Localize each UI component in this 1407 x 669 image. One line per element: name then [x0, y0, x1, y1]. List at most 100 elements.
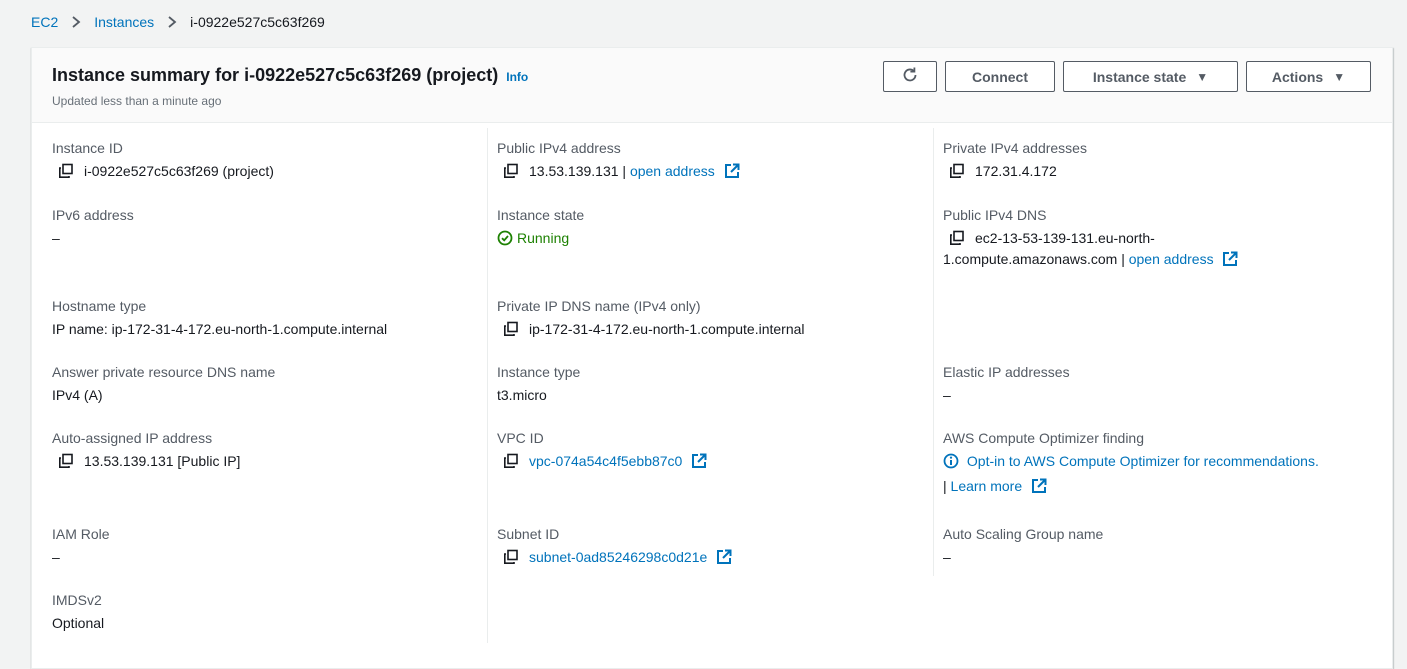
copy-icon[interactable]: [503, 163, 519, 179]
field-imdsv2: IMDSv2 Optional: [52, 590, 104, 633]
field-value-continued: | Learn more: [943, 476, 1319, 496]
field-optimizer: AWS Compute Optimizer finding Opt-in to …: [943, 428, 1319, 496]
field-value: vpc-074a54c4f5ebb87c0: [497, 451, 707, 471]
field-value: 172.31.4.172: [943, 161, 1087, 181]
field-vpc-id: VPC ID vpc-074a54c4f5ebb87c0: [497, 428, 707, 471]
field-elastic-ip: Elastic IP addresses –: [943, 362, 1070, 405]
learn-more-text: Learn more: [950, 478, 1023, 494]
private-dns-value: ip-172-31-4-172.eu-north-1.compute.inter…: [529, 321, 805, 337]
copy-icon[interactable]: [949, 163, 965, 179]
instance-state-value: Running: [517, 230, 570, 246]
instance-summary-panel: Instance summary for i-0922e527c5c63f269…: [31, 47, 1393, 669]
field-label: Public IPv4 address: [497, 140, 621, 156]
vpc-id-value: vpc-074a54c4f5ebb87c0: [529, 453, 683, 469]
header-actions: Connect Instance state ▼ Actions ▼: [883, 61, 1371, 92]
public-dns-value-cont: 1.compute.amazonaws.com |: [943, 251, 1125, 267]
chevron-right-icon: [69, 15, 83, 29]
status-running: Running: [497, 228, 569, 248]
info-circle-icon: [943, 453, 959, 469]
field-label: Private IPv4 addresses: [943, 140, 1087, 156]
field-value: 13.53.139.131 [Public IP]: [52, 451, 240, 471]
instance-state-button[interactable]: Instance state ▼: [1063, 61, 1238, 92]
field-value: Running: [497, 228, 584, 248]
imdsv2-value: Optional: [52, 615, 105, 631]
breadcrumb-ec2[interactable]: EC2: [31, 14, 58, 30]
open-address-link[interactable]: open address: [1129, 249, 1239, 269]
vpc-id-link[interactable]: vpc-074a54c4f5ebb87c0: [529, 451, 707, 471]
copy-icon[interactable]: [58, 453, 74, 469]
field-answer-dns: Answer private resource DNS name IPv4 (A…: [52, 362, 275, 405]
field-instance-id: Instance ID i-0922e527c5c63f269 (project…: [52, 138, 274, 181]
actions-button[interactable]: Actions ▼: [1246, 61, 1371, 92]
copy-icon[interactable]: [503, 321, 519, 337]
field-public-ipv4: Public IPv4 address 13.53.139.131 | open…: [497, 138, 740, 181]
field-label: Public IPv4 DNS: [943, 207, 1047, 223]
public-dns-value: ec2-13-53-139-131.eu-north-: [975, 230, 1155, 246]
field-hostname-type: Hostname type IP name: ip-172-31-4-172.e…: [52, 296, 387, 339]
chevron-right-icon: [165, 15, 179, 29]
field-value: ip-172-31-4-172.eu-north-1.compute.inter…: [497, 319, 805, 339]
field-label: Subnet ID: [497, 526, 560, 542]
asg-name-value: –: [943, 549, 951, 565]
field-private-ipv4: Private IPv4 addresses 172.31.4.172: [943, 138, 1087, 181]
hostname-type-value: IP name: ip-172-31-4-172.eu-north-1.comp…: [52, 321, 388, 337]
instance-state-label: Instance state: [1092, 68, 1187, 85]
info-link[interactable]: Info: [506, 70, 528, 84]
ipv6-value: –: [52, 230, 60, 246]
field-value: ec2-13-53-139-131.eu-north-: [943, 228, 1238, 248]
field-subnet-id: Subnet ID subnet-0ad85246298c0d21e: [497, 524, 732, 567]
external-link-icon: [1222, 251, 1238, 267]
field-label: VPC ID: [497, 430, 544, 446]
field-instance-type: Instance type t3.micro: [497, 362, 580, 405]
field-asg-name: Auto Scaling Group name –: [943, 524, 1103, 567]
breadcrumb-current: i-0922e527c5c63f269: [190, 14, 325, 30]
field-label: Elastic IP addresses: [943, 364, 1070, 380]
check-circle-icon: [497, 230, 513, 246]
page-title: Instance summary for i-0922e527c5c63f269…: [52, 65, 528, 86]
subnet-id-value: subnet-0ad85246298c0d21e: [529, 549, 708, 565]
copy-icon[interactable]: [949, 230, 965, 246]
copy-icon[interactable]: [58, 163, 74, 179]
field-label: Instance state: [497, 207, 585, 223]
field-label: AWS Compute Optimizer finding: [943, 430, 1144, 446]
refresh-button[interactable]: [883, 61, 937, 92]
updated-text: Updated less than a minute ago: [52, 94, 222, 108]
breadcrumb: EC2 Instances i-0922e527c5c63f269: [31, 14, 325, 30]
breadcrumb-instances[interactable]: Instances: [94, 14, 154, 30]
subnet-id-link[interactable]: subnet-0ad85246298c0d21e: [529, 547, 732, 567]
copy-icon[interactable]: [503, 453, 519, 469]
title-text: Instance summary for i-0922e527c5c63f269…: [52, 65, 499, 85]
field-instance-state: Instance state Running: [497, 205, 584, 248]
learn-more-link[interactable]: Learn more: [951, 476, 1047, 496]
external-link-icon: [691, 453, 707, 469]
field-value: i-0922e527c5c63f269 (project): [52, 161, 274, 181]
field-label: Instance type: [497, 364, 581, 380]
actions-label: Actions: [1271, 68, 1324, 85]
elastic-ip-value: –: [943, 387, 951, 403]
separator: |: [943, 478, 947, 494]
copy-icon[interactable]: [503, 549, 519, 565]
open-address-text: open address: [629, 163, 715, 179]
field-value: subnet-0ad85246298c0d21e: [497, 547, 732, 567]
field-value: Opt-in to AWS Compute Optimizer for reco…: [943, 451, 1319, 471]
field-iam-role: IAM Role –: [52, 524, 110, 567]
instance-type-value: t3.micro: [497, 387, 547, 403]
column-divider: [933, 128, 934, 576]
field-label: Hostname type: [52, 298, 147, 314]
field-auto-ip: Auto-assigned IP address 13.53.139.131 […: [52, 428, 240, 471]
connect-button[interactable]: Connect: [945, 61, 1055, 92]
column-divider: [487, 128, 488, 643]
external-link-icon: [724, 163, 740, 179]
field-private-dns: Private IP DNS name (IPv4 only) ip-172-3…: [497, 296, 805, 339]
open-address-link[interactable]: open address: [630, 161, 740, 181]
public-ipv4-value: 13.53.139.131 |: [529, 163, 627, 179]
field-label: Auto Scaling Group name: [943, 526, 1104, 542]
field-ipv6: IPv6 address –: [52, 205, 134, 248]
field-label: Auto-assigned IP address: [52, 430, 213, 446]
optimizer-optin-link[interactable]: Opt-in to AWS Compute Optimizer for reco…: [943, 451, 1319, 471]
instance-id-value: i-0922e527c5c63f269 (project): [84, 163, 274, 179]
private-ipv4-value: 172.31.4.172: [975, 163, 1057, 179]
field-label: IPv6 address: [52, 207, 134, 223]
answer-dns-value: IPv4 (A): [52, 387, 103, 403]
optimizer-optin-text: Opt-in to AWS Compute Optimizer for reco…: [966, 453, 1319, 469]
